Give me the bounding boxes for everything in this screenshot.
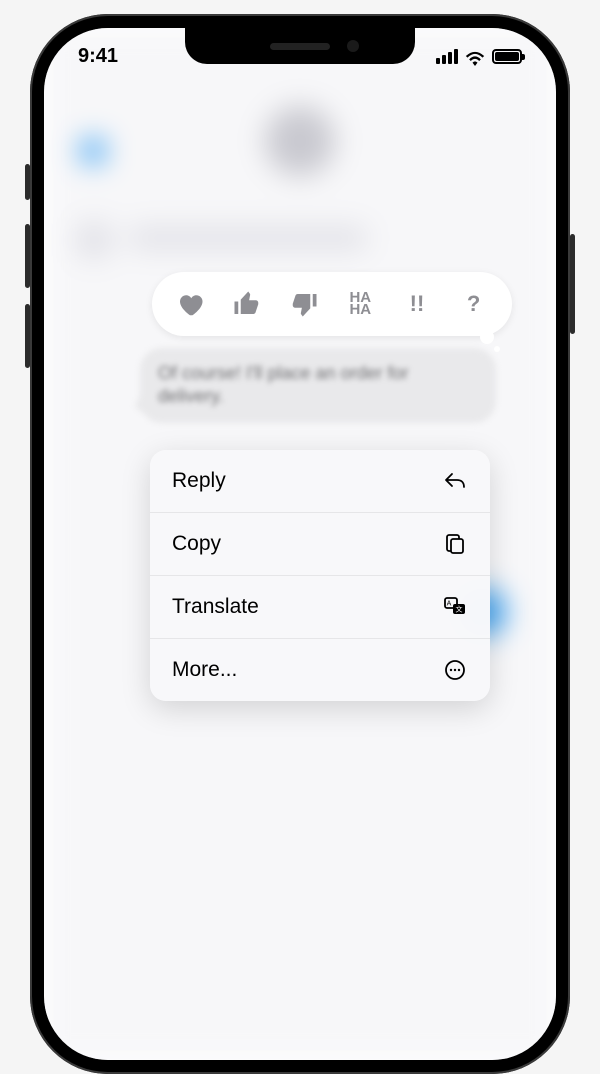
cellular-signal-icon bbox=[436, 49, 458, 64]
iphone-frame: 9:41 HA HA !! ? bbox=[30, 14, 570, 1074]
more-icon bbox=[442, 657, 468, 683]
heart-icon bbox=[175, 289, 205, 319]
volume-up-button bbox=[25, 224, 30, 288]
svg-text:文: 文 bbox=[456, 605, 463, 614]
volume-down-button bbox=[25, 304, 30, 368]
tapback-thumbs-up[interactable] bbox=[227, 284, 267, 324]
menu-more-label: More... bbox=[172, 658, 237, 682]
tapback-thumbs-down[interactable] bbox=[284, 284, 324, 324]
wifi-icon bbox=[465, 49, 485, 64]
thumbs-down-icon bbox=[289, 289, 319, 319]
copy-icon bbox=[442, 531, 468, 557]
menu-reply[interactable]: Reply bbox=[150, 450, 490, 513]
tapback-bar: HA HA !! ? bbox=[152, 272, 512, 336]
tapback-heart[interactable] bbox=[170, 284, 210, 324]
side-button bbox=[570, 234, 575, 334]
thumbs-up-icon bbox=[232, 289, 262, 319]
menu-copy-label: Copy bbox=[172, 532, 221, 556]
mute-switch bbox=[25, 164, 30, 200]
reply-icon bbox=[442, 468, 468, 494]
message-context-menu: Reply Copy Translate A文 More... bbox=[150, 450, 490, 701]
svg-text:A: A bbox=[447, 601, 452, 608]
screen: 9:41 HA HA !! ? bbox=[44, 28, 556, 1060]
tapback-question[interactable]: ? bbox=[454, 284, 494, 324]
tapback-emphasis[interactable]: !! bbox=[397, 284, 437, 324]
menu-translate[interactable]: Translate A文 bbox=[150, 576, 490, 639]
tapback-haha[interactable]: HA HA bbox=[340, 284, 380, 324]
menu-translate-label: Translate bbox=[172, 595, 259, 619]
status-indicators bbox=[436, 49, 522, 64]
selected-message-bubble[interactable]: Of course! I'll place an order for deliv… bbox=[140, 348, 496, 423]
message-text: Of course! I'll place an order for deliv… bbox=[158, 362, 478, 409]
status-bar: 9:41 bbox=[44, 28, 556, 84]
translate-icon: A文 bbox=[442, 594, 468, 620]
battery-icon bbox=[492, 49, 522, 64]
menu-copy[interactable]: Copy bbox=[150, 513, 490, 576]
menu-reply-label: Reply bbox=[172, 469, 226, 493]
status-time: 9:41 bbox=[78, 45, 118, 68]
